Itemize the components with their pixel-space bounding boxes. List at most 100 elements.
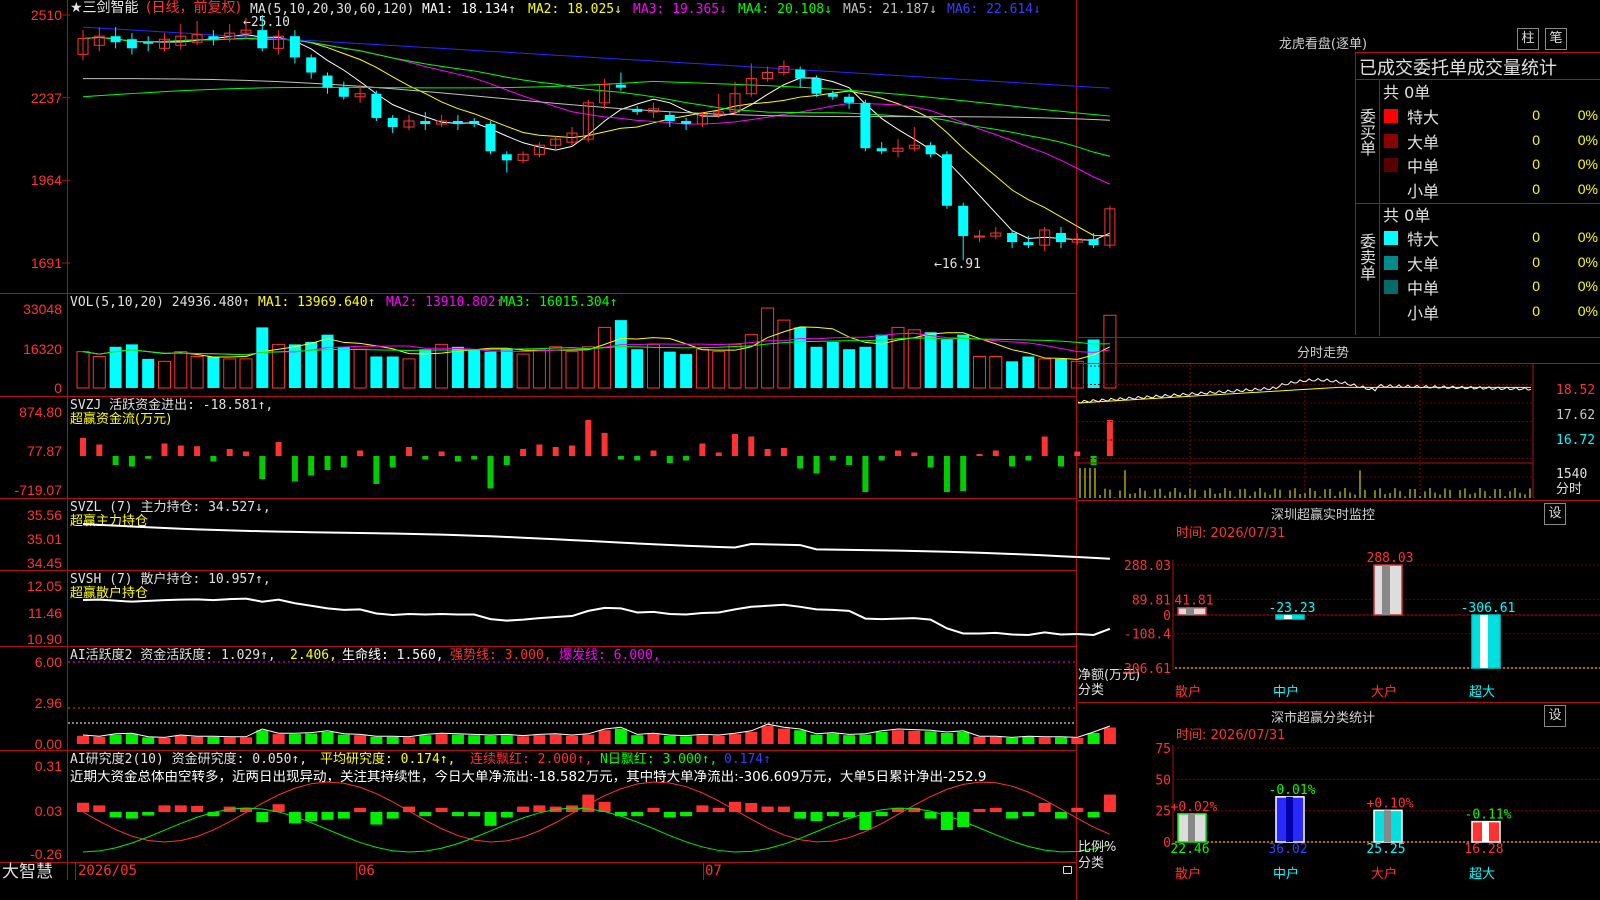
- sz-axis-label: -306.61: [1116, 662, 1171, 677]
- research-bar-up: [174, 805, 187, 812]
- flow-bar-out: [503, 456, 510, 465]
- activity-bar: [989, 736, 1002, 744]
- volume-bar-down: [843, 349, 856, 388]
- flow-bar-in: [80, 437, 86, 456]
- flow-bar-in: [715, 452, 722, 456]
- sc-bar-shade: [1286, 796, 1293, 842]
- research-bar-down: [663, 812, 676, 818]
- flow-bar-in: [585, 420, 592, 456]
- research-bar-up: [745, 803, 758, 812]
- candle-body-down: [387, 117, 398, 128]
- flow-bar-in: [520, 449, 527, 456]
- vol-ma20-line: [82, 337, 1110, 356]
- flow-bar-in: [96, 444, 103, 456]
- candle-body-down: [615, 84, 626, 88]
- flow-bar-out: [1025, 456, 1032, 461]
- research-bar-up: [354, 807, 367, 812]
- volume-bar-down: [924, 332, 937, 388]
- activity-bar: [158, 737, 171, 744]
- sc-bar-shade: [1188, 813, 1195, 842]
- candle-body-down: [110, 36, 121, 43]
- volume-bar-up: [728, 343, 742, 389]
- flow-bar-out: [422, 456, 429, 460]
- research-bar-down: [305, 812, 318, 821]
- flow-bar-out: [1058, 456, 1064, 467]
- ma10-line: [82, 36, 1110, 237]
- activity-bar: [729, 734, 741, 744]
- flow-bar-out: [308, 456, 315, 476]
- activity-bar: [647, 734, 660, 744]
- sc-bar-shade: [1384, 810, 1391, 842]
- flow-bar-in: [764, 449, 771, 456]
- research-bar-down: [1022, 812, 1035, 817]
- candle-body-down: [958, 205, 969, 237]
- activity-bar: [321, 731, 334, 744]
- activity-bar: [174, 735, 187, 744]
- flow-bar-in: [992, 450, 999, 456]
- activity-bar: [484, 735, 497, 744]
- flow-bar-out: [813, 456, 820, 474]
- volume-bar-down: [256, 327, 269, 388]
- research-bar-down: [337, 812, 350, 819]
- activity-bar: [93, 736, 106, 744]
- flow-bar-out: [634, 456, 641, 461]
- volume-bar-down: [794, 327, 807, 388]
- volume-bar-down: [337, 346, 350, 388]
- volume-bar-up: [516, 353, 530, 389]
- ma-green-line: [82, 80, 1110, 117]
- volume-bar-down: [1006, 361, 1019, 388]
- volume-bar-up: [1038, 358, 1052, 389]
- candle-body-down: [632, 108, 643, 112]
- research-bar-up: [1038, 803, 1051, 812]
- candle-body-down: [925, 145, 936, 155]
- activity-bar: [272, 734, 285, 744]
- flow-bar-in: [243, 451, 249, 456]
- volume-bar-down: [207, 356, 220, 388]
- main-holding-line: [82, 523, 1110, 560]
- sc-category-label: 散户: [1175, 866, 1201, 882]
- retail-holding-line: [82, 597, 1111, 636]
- research-bar-up: [777, 806, 790, 812]
- volume-bar-up: [973, 355, 986, 389]
- activity-bar: [468, 735, 481, 744]
- research-bar-down: [321, 812, 334, 820]
- candle-body-down: [257, 30, 268, 49]
- volume-bar-down: [663, 351, 676, 388]
- activity-bar: [109, 734, 122, 744]
- activity-bar: [826, 733, 839, 744]
- activity-bar: [614, 728, 627, 744]
- activity-bar: [337, 734, 350, 744]
- volume-bar-up: [891, 326, 905, 389]
- flow-bar-out: [617, 456, 624, 460]
- candle-body-down: [289, 36, 300, 58]
- sz-axis-label: 89.81: [1132, 593, 1171, 608]
- flow-bar-out: [797, 456, 804, 469]
- flow-bar-out: [291, 456, 298, 482]
- volume-bar-down: [680, 354, 693, 388]
- sz-bar-shade: [1186, 607, 1194, 615]
- candle-body-down: [208, 36, 219, 40]
- sz-bar-label: 41.81: [1174, 594, 1213, 609]
- volume-bar-up: [581, 346, 595, 389]
- main-chart-area[interactable]: 2510 2237 1964 1691 ★三剑智能 (日线，前复权) MA(5,…: [0, 0, 1117, 900]
- volume-bar-down: [1055, 358, 1067, 388]
- activity-bar: [370, 736, 383, 744]
- volume-bar-down: [451, 346, 464, 388]
- volume-bar-up: [549, 346, 563, 389]
- kline-chart[interactable]: [0, 0, 1117, 900]
- research-bar-down: [826, 812, 839, 817]
- volume-bar-down: [419, 349, 432, 388]
- activity-bar: [419, 735, 432, 744]
- activity-bar: [354, 735, 367, 744]
- sz-bar-shade: [1382, 565, 1390, 615]
- volume-bar-up: [435, 343, 449, 389]
- flow-bar-in: [406, 447, 412, 456]
- volume-bar-up: [402, 358, 416, 389]
- activity-bar: [207, 736, 220, 744]
- research-bar-down: [1006, 812, 1019, 819]
- activity-bar: [142, 737, 155, 744]
- volume-bar-down: [940, 339, 953, 388]
- candle-body-down: [811, 78, 822, 94]
- sz-category-label: 中户: [1273, 684, 1299, 700]
- sz-category-label: 散户: [1175, 684, 1201, 700]
